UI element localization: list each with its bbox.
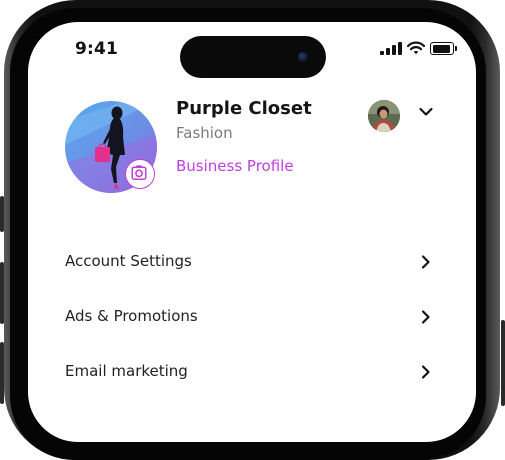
- action-button: [0, 196, 4, 232]
- menu-item-email-marketing[interactable]: Email marketing: [28, 352, 476, 392]
- volume-down-button: [0, 342, 4, 404]
- camera-icon: [131, 165, 147, 181]
- cellular-signal-icon: [380, 41, 402, 55]
- menu-item-label: Ads & Promotions: [65, 307, 198, 325]
- chevron-right-icon: [421, 255, 430, 269]
- status-time: 9:41: [75, 39, 119, 59]
- phone-screen: 9:41 Purple Closet Fashion Business Prof…: [28, 22, 476, 442]
- battery-icon: [430, 42, 457, 55]
- chevron-right-icon: [421, 365, 430, 379]
- business-profile-link[interactable]: Business Profile: [176, 157, 294, 175]
- menu-item-label: Account Settings: [65, 252, 192, 270]
- account-switcher-avatar[interactable]: [368, 100, 400, 132]
- dynamic-island: [180, 36, 326, 78]
- chevron-down-icon[interactable]: [418, 106, 434, 118]
- menu-item-ads-promotions[interactable]: Ads & Promotions: [28, 297, 476, 337]
- status-icons: [380, 41, 457, 57]
- front-camera: [298, 52, 308, 62]
- profile-category: Fashion: [176, 124, 233, 142]
- chevron-right-icon: [421, 310, 430, 324]
- volume-up-button: [0, 262, 4, 324]
- wifi-icon: [407, 41, 425, 55]
- change-photo-button[interactable]: [125, 159, 155, 189]
- avatar-image: [368, 100, 400, 132]
- menu-item-account-settings[interactable]: Account Settings: [28, 242, 476, 282]
- menu-item-label: Email marketing: [65, 362, 188, 380]
- power-button: [501, 320, 505, 406]
- profile-name: Purple Closet: [176, 98, 312, 119]
